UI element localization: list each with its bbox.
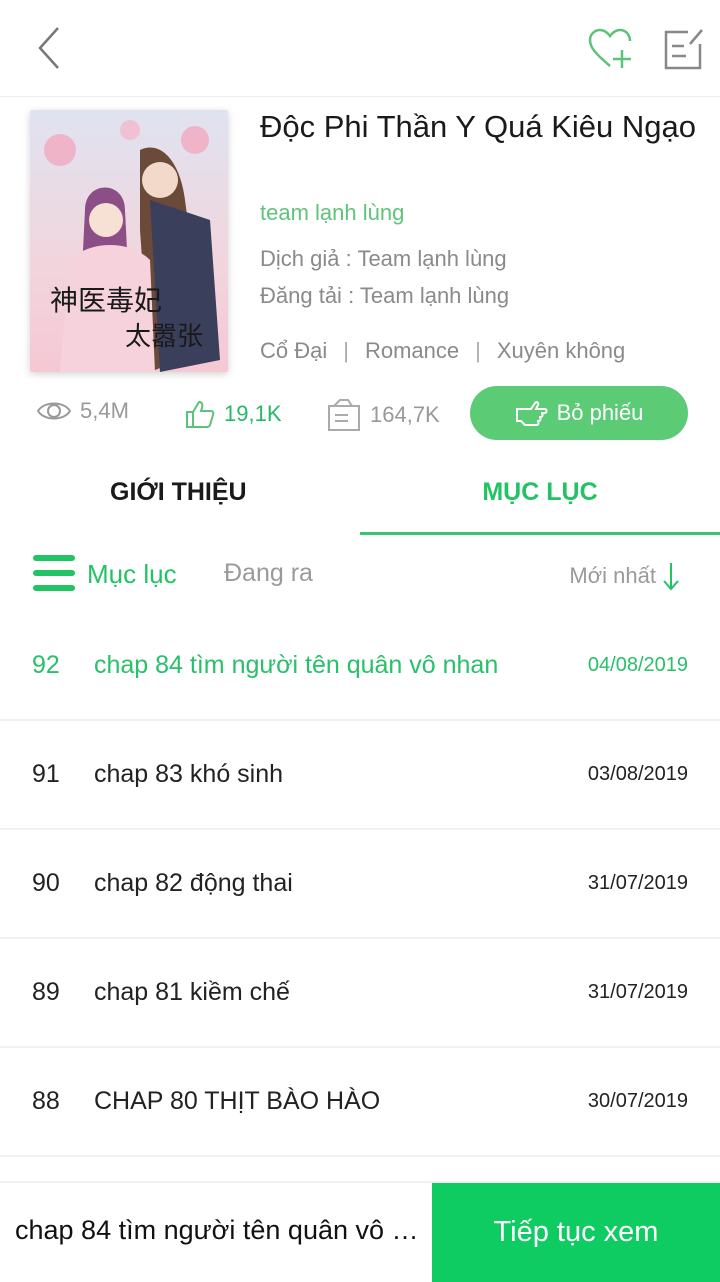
tab-introduction[interactable]: GIỚI THIỆU (0, 450, 360, 534)
chapter-number: 92 (32, 651, 60, 679)
chapter-title: chap 81 kiềm chế (94, 978, 290, 1006)
svg-text:神医毒妃: 神医毒妃 (50, 284, 162, 317)
chapter-date: 31/07/2019 (587, 872, 688, 894)
chapter-date: 31/07/2019 (587, 981, 688, 1003)
views-stat: 5,4M (36, 398, 129, 424)
chapter-title: chap 84 tìm người tên quân vô nhan (94, 651, 499, 679)
vote-button[interactable]: Bỏ phiếu (470, 386, 688, 440)
cover-image: 神医毒妃 太嚣张 (30, 110, 228, 372)
chapter-list: 92 chap 84 tìm người tên quân vô nhan 04… (0, 612, 720, 1157)
likes-stat[interactable]: 19,1K (184, 398, 282, 430)
tab-bar: GIỚI THIỆU MỤC LỤC (0, 450, 720, 536)
uploader-value: Team lạnh lùng (359, 283, 510, 308)
chapter-row[interactable]: 91 chap 83 khó sinh 03/08/2019 (0, 721, 720, 830)
chapter-number: 89 (32, 978, 60, 1006)
stats-row: 5,4M 19,1K 164,7K Bỏ phiếu (0, 384, 720, 444)
edit-note-icon (664, 29, 703, 70)
chapter-row[interactable]: 92 chap 84 tìm người tên quân vô nhan 04… (0, 612, 720, 721)
genre-tag[interactable]: Romance (365, 338, 459, 364)
back-button[interactable] (30, 24, 70, 72)
active-tab-indicator (360, 532, 720, 535)
colon: : (341, 283, 360, 308)
translator-label: Dịch giả (260, 246, 340, 271)
translator-value: Team lạnh lùng (357, 246, 507, 271)
write-note-button[interactable] (660, 26, 706, 72)
views-count: 5,4M (80, 398, 129, 423)
svg-text:太嚣张: 太嚣张 (125, 322, 203, 352)
tickets-stat: 164,7K (326, 398, 440, 432)
filter-toc[interactable]: Mục lục (87, 559, 177, 590)
translator-line: Dịch giả : Team lạnh lùng (260, 246, 507, 272)
last-read-chapter[interactable]: chap 84 tìm người tên quân vô nhan (15, 1215, 430, 1246)
genre-tag[interactable]: Cổ Đại (260, 338, 327, 364)
chapter-title: CHAP 80 THỊT BÀO HÀO (94, 1087, 381, 1115)
book-cover[interactable]: 神医毒妃 太嚣张 (30, 110, 228, 372)
tab-table-of-contents[interactable]: MỤC LỤC (360, 450, 720, 534)
uploader-label: Đăng tải (260, 283, 342, 308)
colon: : (339, 246, 358, 271)
chapter-title: chap 82 động thai (94, 869, 293, 897)
likes-count: 19,1K (224, 401, 282, 426)
book-title: Độc Phi Thần Y Quá Kiêu Ngạo (260, 109, 697, 144)
uploader-line: Đăng tải : Team lạnh lùng (260, 283, 509, 309)
continue-reading-button[interactable]: Tiếp tục xem (432, 1183, 720, 1282)
chapter-number: 90 (32, 869, 60, 897)
eye-icon (36, 402, 72, 420)
ticket-icon (328, 399, 360, 431)
add-favorite-button[interactable] (586, 26, 636, 72)
genre-tag[interactable]: Xuyên không (497, 338, 625, 364)
thumbs-up-icon (186, 400, 215, 428)
pointing-hand-icon (515, 401, 548, 426)
tickets-count: 164,7K (370, 402, 440, 427)
sort-label: Mới nhất (569, 563, 656, 588)
chapter-row[interactable]: 89 chap 81 kiềm chế 31/07/2019 (0, 939, 720, 1048)
chapter-row[interactable]: 90 chap 82 động thai 31/07/2019 (0, 830, 720, 939)
chapter-number: 91 (32, 760, 60, 788)
chapter-title: chap 83 khó sinh (94, 760, 284, 788)
sort-button[interactable]: Mới nhất (569, 561, 680, 591)
list-menu-icon[interactable] (33, 553, 75, 593)
genre-separator: | (475, 338, 481, 363)
chapter-number: 88 (32, 1087, 60, 1115)
chapter-row[interactable]: 88 CHAP 80 THỊT BÀO HÀO 30/07/2019 (0, 1048, 720, 1157)
chevron-left-icon (38, 27, 59, 69)
vote-label: Bỏ phiếu (556, 400, 644, 425)
filter-ongoing[interactable]: Đang ra (224, 559, 313, 588)
chapter-filter-bar: Mục lục Đang ra Mới nhất (0, 545, 720, 605)
heart-plus-icon (588, 28, 632, 68)
chapter-date: 03/08/2019 (587, 763, 688, 785)
chapter-date: 30/07/2019 (587, 1090, 688, 1112)
chapter-date: 04/08/2019 (587, 654, 688, 676)
genre-separator: | (343, 338, 349, 363)
book-author[interactable]: team lạnh lùng (260, 200, 404, 226)
bottom-bar: chap 84 tìm người tên quân vô nhan Tiếp … (0, 1181, 720, 1282)
arrow-down-icon (663, 563, 679, 591)
top-bar (0, 0, 720, 97)
genre-list: Cổ Đại | Romance | Xuyên không (260, 338, 625, 364)
